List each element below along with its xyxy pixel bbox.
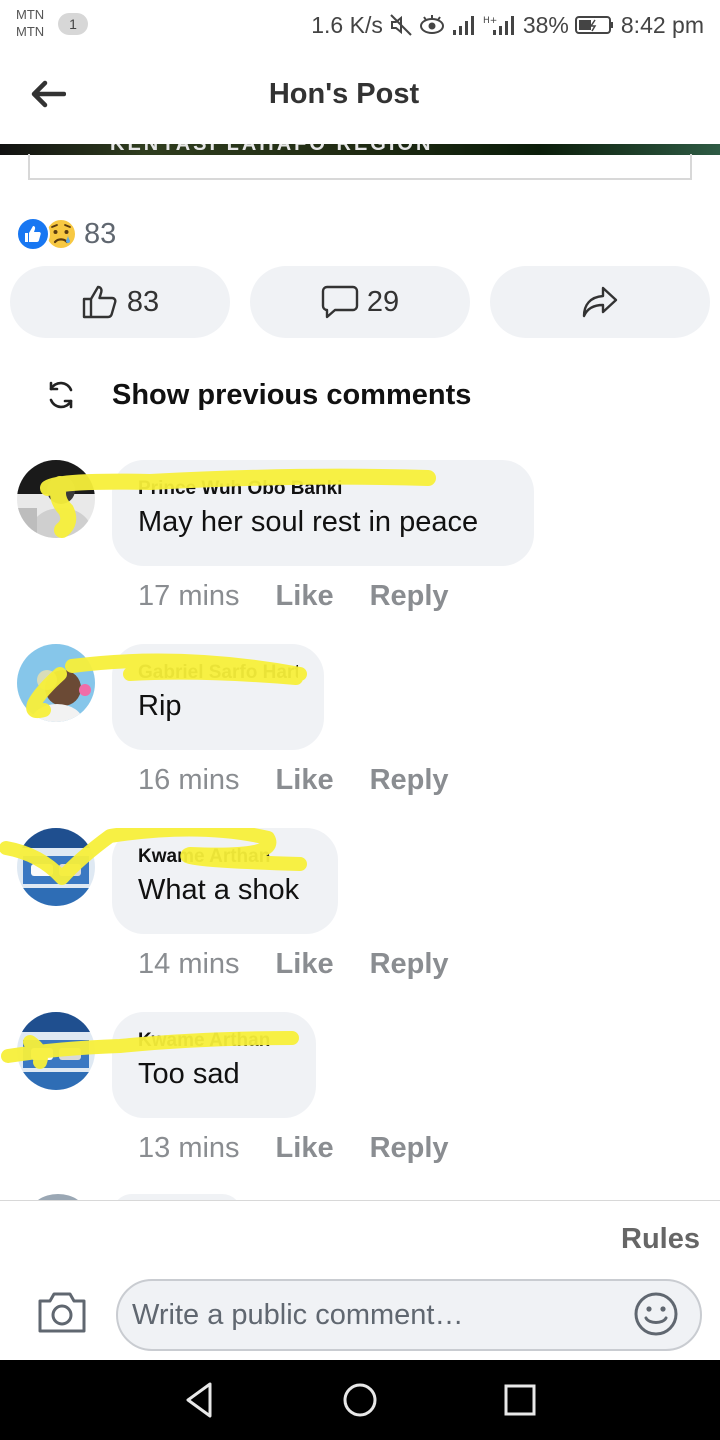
commenter-name[interactable]: Prince Wuh Obo Banki	[138, 476, 508, 502]
svg-text:H+: H+	[483, 16, 497, 26]
comment-time: 16 mins	[138, 764, 240, 796]
post-image-frame	[28, 154, 692, 180]
home-circle-icon[interactable]	[340, 1380, 380, 1420]
comment-text: Too sad	[138, 1058, 240, 1090]
camera-icon[interactable]	[36, 1289, 88, 1335]
comment-like-button[interactable]: Like	[276, 764, 334, 797]
comment-meta: 14 mins Like Reply	[138, 948, 449, 981]
comment-meta: 13 mins Like Reply	[138, 1132, 449, 1165]
comment-count: 29	[366, 285, 400, 318]
comment-input[interactable]	[116, 1279, 702, 1351]
carrier-1: MTN	[16, 7, 45, 22]
battery-icon	[574, 16, 613, 34]
comment-item: Prince Wuh Obo Banki May her soul rest i…	[0, 460, 720, 644]
share-button[interactable]	[490, 266, 710, 338]
share-icon	[582, 286, 618, 318]
comment-like-button[interactable]: Like	[276, 1132, 334, 1165]
clock: 8:42 pm	[620, 11, 704, 38]
comment-bubble[interactable]: Kwame Arthan What a shok	[112, 828, 338, 934]
comment-bubble[interactable]: Prince Wuh Obo Banki May her soul rest i…	[112, 460, 534, 566]
post-actions: 83 29	[10, 266, 710, 338]
comment-reply-button[interactable]: Reply	[370, 764, 449, 797]
comment-bubble-icon	[321, 285, 359, 319]
avatar[interactable]	[17, 1012, 95, 1090]
battery-percent: 38%	[522, 11, 569, 38]
comment-time: 13 mins	[138, 1132, 240, 1164]
comment-like-button[interactable]: Like	[276, 948, 334, 981]
commenter-name[interactable]: Kwame Arthan	[138, 844, 312, 870]
comment-item: Gabriel Sarfo Hart Rip 16 mins Like Repl…	[0, 644, 720, 828]
status-bar: MTN MTN 1 1.6 K/s H+ 38% 8:42 pm	[0, 0, 720, 50]
system-nav-bar	[0, 1360, 720, 1440]
comment-reply-button[interactable]: Reply	[370, 580, 449, 613]
commenter-name[interactable]: Gabriel Sarfo Hart	[138, 660, 298, 686]
notification-count-badge: 1	[58, 13, 88, 35]
comment-item: Kwame Arthan Too sad 13 mins Like Reply	[0, 1012, 720, 1196]
highlighter-scribble	[26, 653, 307, 719]
page-title: Hon's Post	[268, 78, 420, 110]
comment-meta: 16 mins Like Reply	[138, 764, 449, 797]
like-reaction-icon	[16, 217, 50, 251]
status-icons: 1.6 K/s H+ 38% 8:42 pm	[311, 10, 704, 40]
avatar[interactable]	[17, 828, 95, 906]
thumbs-up-icon	[82, 285, 117, 319]
comment-time: 17 mins	[138, 580, 240, 612]
comment-reply-button[interactable]: Reply	[370, 948, 449, 981]
comment-meta: 17 mins Like Reply	[138, 580, 449, 613]
comment-text: May her soul rest in peace	[138, 506, 479, 538]
rules-link[interactable]: Rules	[621, 1223, 700, 1256]
highlighter-scribble	[1, 1031, 299, 1069]
comment-text: What a shok	[138, 874, 300, 906]
carrier-2: MTN	[16, 24, 45, 39]
signal-icon	[452, 16, 474, 35]
comment-composer: Rules	[0, 1200, 720, 1360]
emoji-icon[interactable]	[632, 1290, 680, 1338]
eye-icon	[419, 15, 444, 34]
app-header: Hon's Post	[0, 50, 720, 144]
comment-item: Kwame Arthan What a shok 14 mins Like Re…	[0, 828, 720, 1012]
comment-text: Rip	[138, 690, 182, 722]
comment-time: 14 mins	[138, 948, 240, 980]
like-count: 83	[126, 285, 160, 318]
highlighter-scribble	[0, 828, 307, 885]
carrier-label: MTN MTN	[16, 6, 44, 40]
comment-like-button[interactable]: Like	[276, 580, 334, 613]
show-previous-label: Show previous comments	[112, 378, 472, 411]
avatar[interactable]	[17, 460, 95, 538]
signal-hplus-icon: H+	[483, 16, 514, 35]
mute-icon	[390, 14, 412, 36]
recents-square-icon[interactable]	[500, 1380, 540, 1420]
comment-button[interactable]: 29	[250, 266, 470, 338]
avatar[interactable]	[17, 644, 95, 722]
show-previous-comments[interactable]: Show previous comments	[44, 372, 471, 418]
reaction-count: 83	[84, 217, 117, 250]
commenter-name[interactable]: Kwame Arthan	[138, 1028, 290, 1054]
comment-reply-button[interactable]: Reply	[370, 1132, 449, 1165]
reaction-summary[interactable]: 83	[16, 216, 116, 252]
net-speed: 1.6 K/s	[311, 11, 383, 38]
comment-bubble[interactable]: Gabriel Sarfo Hart Rip	[112, 644, 324, 750]
back-triangle-icon[interactable]	[180, 1380, 220, 1420]
like-button[interactable]: 83	[10, 266, 230, 338]
comment-bubble[interactable]: Kwame Arthan Too sad	[112, 1012, 316, 1118]
refresh-icon	[49, 381, 73, 409]
